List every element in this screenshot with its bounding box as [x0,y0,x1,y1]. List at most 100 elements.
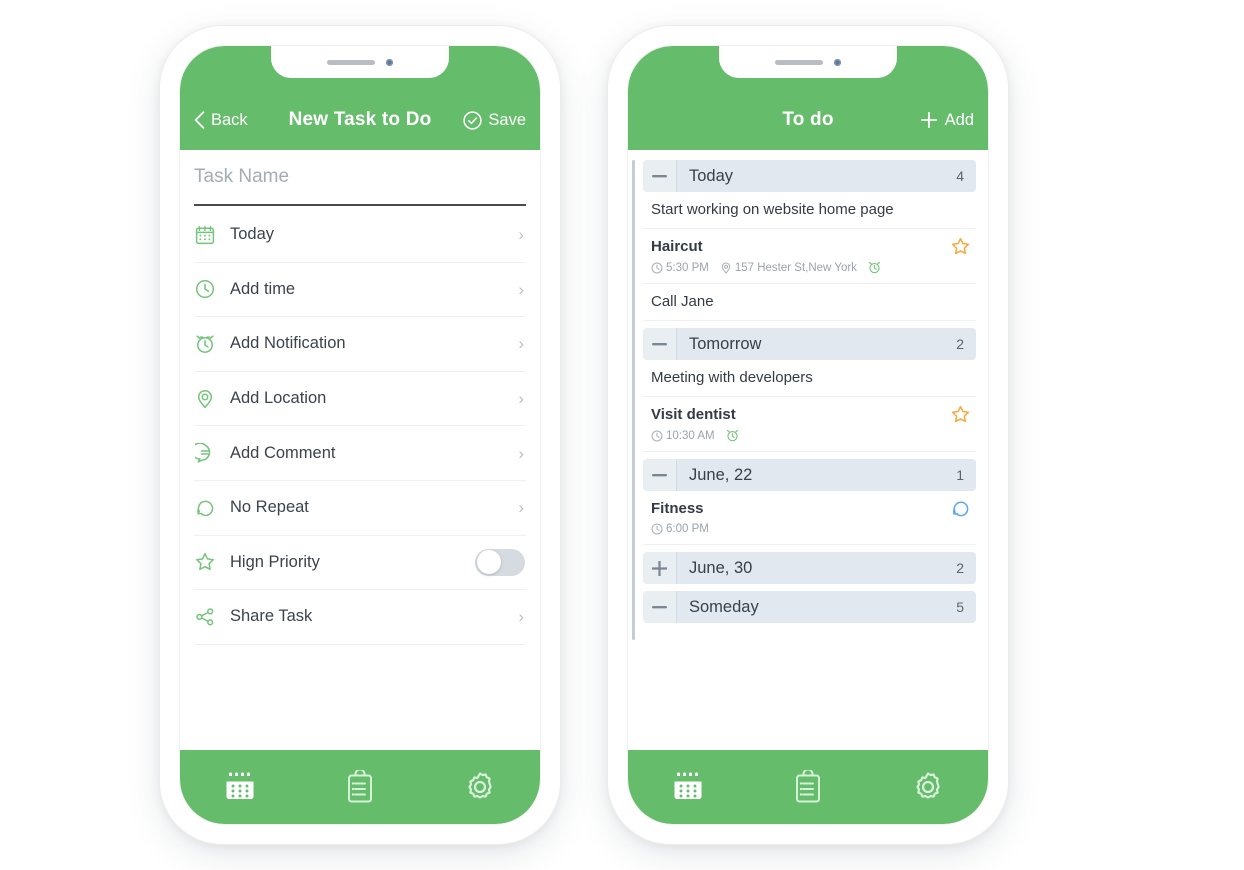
chevron-right-icon: › [518,498,524,518]
screen-new-task: New Task to Do Back Save Task Name Today… [180,46,540,824]
group-header-someday[interactable]: Someday 5 [643,591,976,623]
task-meta: 10:30 AM [651,429,974,442]
task-row[interactable]: Fitness 6:00 PM [643,491,976,545]
high-priority-toggle[interactable] [475,548,525,576]
tab-calendar[interactable] [180,770,300,804]
chevron-right-icon: › [518,225,524,245]
chevron-right-icon: › [518,607,524,627]
chevron-right-icon: › [518,443,524,463]
task-title: Meeting with developers [651,369,813,386]
collapse-minus-icon[interactable] [643,160,677,192]
clipboard-tab-icon [796,770,820,803]
star-icon [194,551,216,573]
group-header-tomorrow[interactable]: Tomorrow 2 [643,328,976,360]
repeat-icon [194,497,216,519]
save-button-label: Save [488,110,526,129]
group-header-today[interactable]: Today 4 [643,160,976,192]
priority-star-badge[interactable] [951,405,970,429]
task-time-text: 6:00 PM [666,523,709,535]
save-button[interactable]: Save [463,111,526,130]
group-count: 1 [956,467,964,483]
share-icon [194,606,216,628]
task-time-text: 10:30 AM [666,429,715,442]
location-pin-icon [194,388,216,410]
row-add-comment[interactable]: Add Comment › [194,426,526,481]
star-icon [951,405,970,423]
tab-settings[interactable] [868,770,988,804]
task-row[interactable]: Meeting with developers [643,360,976,397]
collapse-minus-icon[interactable] [643,591,677,623]
row-add-location[interactable]: Add Location › [194,372,526,427]
group-count: 5 [956,599,964,615]
task-row[interactable]: Call Jane [643,284,976,321]
task-title: Haircut [651,238,703,255]
row-share-task[interactable]: Share Task › [194,590,526,645]
repeat-icon [953,501,969,517]
row-add-time[interactable]: Add time › [194,263,526,318]
group-name: June, 30 [689,558,753,577]
back-button[interactable]: Back [194,111,248,130]
mockup-stage: New Task to Do Back Save Task Name Today… [0,0,1244,870]
group-name: Someday [689,597,759,616]
clock-icon [651,523,663,535]
settings-gear-icon [916,772,940,799]
task-title: Fitness [651,500,704,517]
list-scrollbar[interactable] [632,160,635,640]
task-title: Call Jane [651,293,714,310]
row-label: Add Location [230,389,327,408]
tab-settings[interactable] [420,770,540,804]
expand-plus-icon[interactable] [643,552,677,584]
group-header-june-30[interactable]: June, 30 2 [643,552,976,584]
task-time: 6:00 PM [651,523,709,535]
clock-icon [651,262,663,273]
add-task-button[interactable]: Add [919,110,974,130]
bottom-tab-bar-right [628,750,988,824]
tab-calendar[interactable] [628,770,748,804]
group-count: 2 [956,560,964,576]
task-alarm [868,261,881,274]
task-meta: 5:30 PM 157 Hester St,New York [651,261,974,274]
new-task-form: Today › Add time › [180,150,540,750]
notch [271,46,449,78]
task-row[interactable]: Start working on website home page [643,192,976,229]
row-label: Add Notification [230,334,346,353]
group-header-june-22[interactable]: June, 22 1 [643,459,976,491]
calendar-icon [194,224,216,246]
row-high-priority[interactable]: Hign Priority [194,536,526,591]
group-name: Tomorrow [689,334,762,353]
group-count: 2 [956,336,964,352]
bottom-tab-bar-left [180,750,540,824]
phone-left: New Task to Do Back Save Task Name Today… [160,26,560,844]
tab-tasks[interactable] [748,770,868,804]
task-alarm [726,429,739,442]
row-today[interactable]: Today › [194,208,526,263]
task-title: Visit dentist [651,406,736,423]
task-row[interactable]: Haircut 5:30 PM 157 Hester St,New York [643,229,976,284]
group-count: 4 [956,168,964,184]
collapse-minus-icon[interactable] [643,328,677,360]
speaker-grille-icon [775,59,823,65]
row-add-notification[interactable]: Add Notification › [194,317,526,372]
priority-star-badge[interactable] [951,237,970,261]
screen-todo-list: To do Add Today 4 Start working on websi… [628,46,988,824]
task-name-field[interactable] [194,150,526,206]
clock-icon [194,278,216,300]
group-name: Today [689,166,734,185]
row-label: Today [230,225,275,244]
row-label: Share Task [230,607,313,626]
repeat-badge[interactable] [951,499,970,523]
task-name-input[interactable] [194,166,526,188]
tab-tasks[interactable] [300,770,420,804]
task-time: 5:30 PM [651,262,709,274]
speaker-grille-icon [327,59,375,65]
task-row[interactable]: Visit dentist 10:30 AM [643,397,976,452]
row-no-repeat[interactable]: No Repeat › [194,481,526,536]
comment-icon [194,442,216,464]
task-location: 157 Hester St,New York [720,262,857,274]
front-camera-icon [834,58,841,66]
toggle-knob [476,550,501,575]
task-time-text: 5:30 PM [666,261,709,274]
plus-icon [920,111,937,129]
chevron-right-icon: › [518,279,524,299]
collapse-minus-icon[interactable] [643,459,677,491]
